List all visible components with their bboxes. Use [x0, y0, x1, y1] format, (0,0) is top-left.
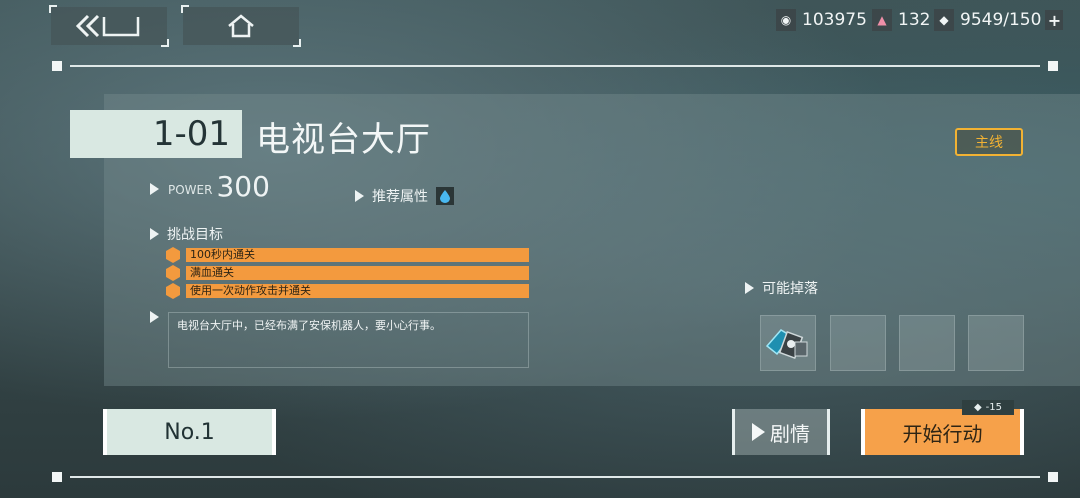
drops-label: 可能掉落 [762, 281, 818, 297]
home-button[interactable] [181, 5, 301, 47]
drop-item-slot [968, 315, 1024, 371]
add-stamina-button[interactable]: + [1045, 10, 1064, 30]
coin-value: 103975 [802, 10, 867, 30]
stamina-cost-value: -15 [985, 402, 1003, 413]
power-value: 300 [216, 170, 270, 203]
crystal-value: 132 [898, 10, 931, 30]
water-drop-icon [436, 187, 454, 205]
drop-item-slot [830, 315, 886, 371]
objective-item: 100秒内通关 [166, 247, 529, 263]
story-label: 剧情 [770, 421, 810, 446]
frame-corner [52, 472, 62, 482]
frame-corner [52, 61, 62, 71]
double-chevron-left-icon [75, 14, 140, 38]
bullet-arrow-icon [150, 311, 159, 323]
drops-header: 可能掉落 [745, 278, 818, 298]
drop-item-slot[interactable] [760, 315, 816, 371]
objectives-header: 挑战目标 [150, 224, 223, 244]
power-label: POWER [168, 183, 213, 197]
start-action-button[interactable]: 开始行动 [861, 409, 1024, 455]
mainline-badge-label: 主线 [975, 135, 1003, 151]
bullet-arrow-icon [355, 190, 364, 202]
mainline-badge: 主线 [955, 128, 1023, 156]
stamina-counter: ◆ 9549/150 + [934, 9, 1064, 31]
objective-hex-icon [166, 265, 180, 281]
objective-hex-icon [166, 247, 180, 263]
back-button[interactable] [49, 5, 169, 47]
description-text: 电视台大厅中，已经布满了安保机器人，要小心行事。 [177, 319, 441, 332]
stage-description: 电视台大厅中，已经布满了安保机器人，要小心行事。 [168, 312, 529, 368]
crystal-icon: ▲ [872, 9, 892, 31]
frame-corner [1048, 61, 1058, 71]
objective-text: 100秒内通关 [186, 248, 529, 262]
mech-part-icon [765, 329, 808, 360]
objectives-label: 挑战目标 [167, 227, 223, 243]
stamina-cost-tag: ◆ -15 [962, 400, 1014, 415]
frame-corner [1048, 472, 1058, 482]
objective-text: 满血通关 [186, 266, 529, 280]
objective-item: 使用一次动作攻击并通关 [166, 283, 529, 299]
stage-number: 1-01 [70, 110, 242, 158]
stamina-ticket-icon: ◆ [973, 402, 982, 413]
objective-hex-icon [166, 283, 180, 299]
play-icon [752, 423, 765, 441]
crystal-counter: ▲ 132 [872, 9, 930, 31]
bullet-arrow-icon [745, 282, 754, 294]
stamina-value: 9549/150 [960, 10, 1042, 30]
objective-item: 满血通关 [166, 265, 529, 281]
home-icon [228, 14, 254, 38]
objective-text: 使用一次动作攻击并通关 [186, 284, 529, 298]
bullet-arrow-icon [150, 183, 159, 195]
recommend-row: 推荐属性 [355, 186, 454, 206]
coin-counter: ◉ 103975 [776, 9, 867, 31]
drop-item-slot [899, 315, 955, 371]
coin-icon: ◉ [776, 9, 796, 31]
story-button[interactable]: 剧情 [732, 409, 830, 455]
bottom-divider [70, 476, 1040, 478]
stage-title: 电视台大厅 [256, 120, 431, 160]
rank-label: No.1 [164, 419, 215, 445]
top-divider [70, 65, 1040, 67]
recommend-label: 推荐属性 [372, 189, 428, 205]
bullet-arrow-icon [150, 228, 159, 240]
start-label: 开始行动 [902, 421, 983, 446]
rank-no1-button[interactable]: No.1 [103, 409, 276, 455]
power-row: POWER 300 [150, 172, 270, 202]
stamina-ticket-icon: ◆ [934, 9, 954, 31]
